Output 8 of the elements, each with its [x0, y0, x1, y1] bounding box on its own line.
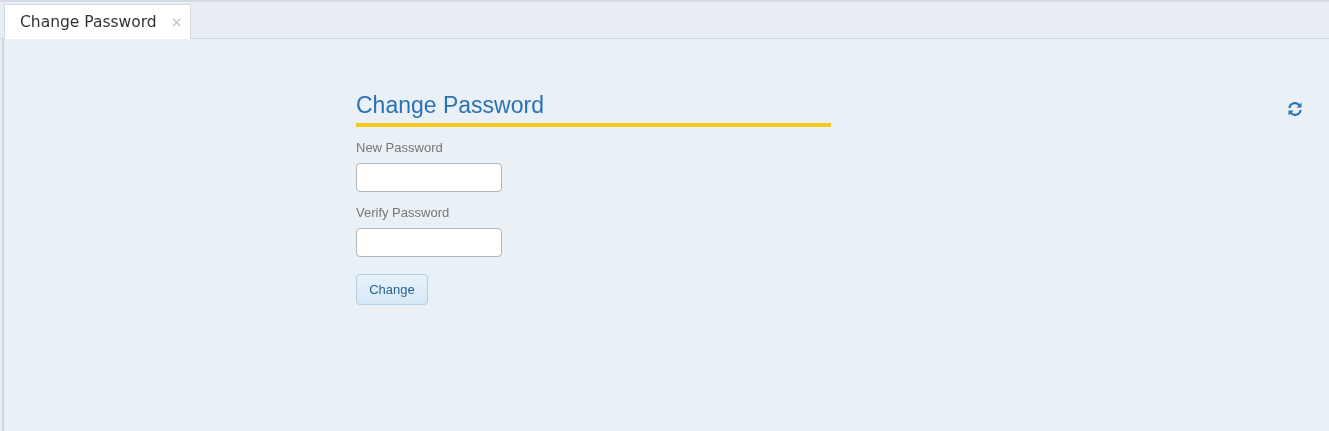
password-field[interactable]: [356, 228, 502, 257]
field-label: Verify Password: [356, 205, 450, 220]
password-field[interactable]: [356, 163, 502, 192]
change-button[interactable]: Change: [356, 274, 428, 305]
tab[interactable]: Change Password ×: [4, 4, 192, 39]
form-title: Change Password: [356, 92, 831, 127]
field-label: New Password: [356, 140, 443, 155]
refresh-icon[interactable]: [1287, 101, 1303, 117]
